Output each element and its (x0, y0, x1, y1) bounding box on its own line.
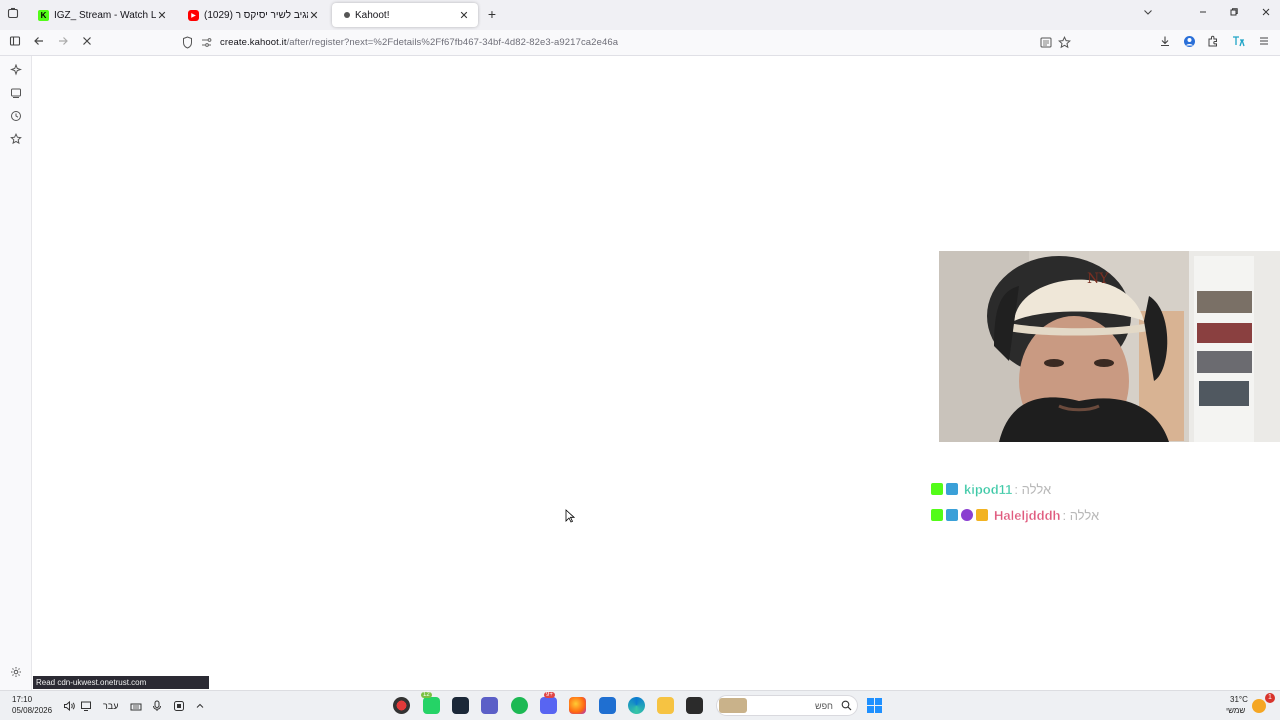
ai-chatbot-icon[interactable] (8, 63, 24, 80)
search-highlight-image (719, 698, 747, 713)
history-icon[interactable] (8, 110, 24, 126)
sub-badge-icon (946, 509, 958, 521)
whatsapp-badge: 12 (421, 692, 432, 698)
bookmarks-icon[interactable] (8, 133, 24, 149)
extensions-icon[interactable] (1205, 35, 1221, 51)
loading-dot-icon (344, 12, 350, 18)
close-tab-icon[interactable]: ✕ (458, 9, 470, 22)
discord-badge: 9+ (544, 692, 555, 698)
kick-badge-icon (931, 483, 943, 495)
network-icon[interactable] (80, 700, 92, 712)
game-app-icon[interactable] (393, 697, 410, 714)
weather-temp[interactable]: 31°C (1230, 695, 1248, 704)
volume-icon[interactable] (63, 700, 75, 712)
browser-sidebar (0, 56, 32, 690)
tab-title: (1029) דושי מגיב לשיר יסיקס ר (204, 9, 308, 21)
mouse-cursor-icon (565, 509, 576, 523)
discord-icon[interactable]: 9+ (540, 692, 557, 714)
close-tab-icon[interactable]: ✕ (156, 9, 168, 22)
tab-kahoot[interactable]: Kahoot! ✕ (332, 3, 478, 27)
address-bar[interactable]: create.kahoot.it/after/register?next=%2F… (178, 33, 1078, 53)
search-icon (841, 700, 852, 711)
reader-view-icon[interactable] (1040, 37, 1052, 49)
status-tooltip: Read cdn-ukwest.onetrust.com (33, 676, 209, 689)
stop-loading-icon[interactable] (79, 35, 95, 51)
taskbar-search[interactable]: חפש (716, 695, 858, 716)
gem-badge-icon (961, 509, 973, 521)
account-icon[interactable] (1181, 35, 1197, 51)
keyboard-icon[interactable] (130, 701, 142, 711)
close-window-icon[interactable] (1259, 7, 1273, 21)
terminal-icon[interactable] (686, 697, 703, 714)
edge-icon[interactable] (628, 697, 645, 714)
tab-youtube[interactable]: ▶ (1029) דושי מגיב לשיר יסיקס ר ✕ (180, 3, 328, 27)
url-host: create.kahoot.it (220, 37, 287, 48)
url-text[interactable]: create.kahoot.it/after/register?next=%2F… (220, 37, 618, 48)
downloads-icon[interactable] (1157, 35, 1173, 51)
svg-text:NY: NY (1087, 271, 1109, 287)
language-indicator[interactable]: עבר (103, 701, 118, 711)
tab-strip: K IGZ_ Stream - Watch Live on Ki ✕ ▶ (10… (0, 0, 1280, 30)
chat-message-text: : אללה (1014, 481, 1052, 497)
minimize-icon[interactable] (1196, 7, 1210, 21)
crown-badge-icon (976, 509, 988, 521)
whatsapp-icon[interactable]: 12 (421, 692, 440, 714)
menu-hamburger-icon[interactable] (1256, 35, 1272, 51)
teams-icon[interactable] (481, 697, 498, 714)
chat-username: Haleljdddh (994, 507, 1061, 523)
shield-icon[interactable] (182, 36, 194, 50)
tab-kick-stream[interactable]: K IGZ_ Stream - Watch Live on Ki ✕ (30, 3, 176, 27)
notification-badge[interactable]: 1 (1265, 693, 1275, 703)
list-all-tabs-icon[interactable] (1141, 7, 1155, 21)
new-tab-icon[interactable]: + (485, 7, 499, 21)
forward-icon[interactable] (55, 35, 71, 51)
tray-app-icon[interactable] (173, 700, 185, 712)
url-path: /after/register?next=%2Fdetails%2Ff67fb4… (286, 37, 619, 48)
microphone-icon[interactable] (152, 700, 162, 712)
page-info-icon[interactable] (201, 37, 213, 49)
navigation-toolbar: create.kahoot.it/after/register?next=%2F… (0, 30, 1280, 56)
windows-start-icon[interactable] (866, 697, 883, 714)
webcam-overlay: NY (939, 251, 1280, 442)
chat-message: kipod11 : אללה (931, 480, 1280, 498)
windows-taskbar: 17:10 05/08/2026 עבר 12 9+ חפש 31°C שמשי… (0, 690, 1280, 720)
synced-tabs-icon[interactable] (8, 87, 24, 103)
tab-title: IGZ_ Stream - Watch Live on Ki (54, 9, 156, 21)
steam-icon[interactable] (452, 697, 469, 714)
kick-logo-icon: K (38, 9, 49, 21)
weather-sun-icon[interactable] (1252, 699, 1266, 713)
tab-title: Kahoot! (355, 9, 390, 21)
show-hidden-icons-chevron-icon[interactable] (195, 700, 205, 710)
chat-username: kipod11 (964, 481, 1013, 497)
close-tab-icon[interactable]: ✕ (308, 9, 320, 22)
sub-badge-icon (946, 483, 958, 495)
search-placeholder: חפש (815, 701, 833, 711)
restore-icon[interactable] (1227, 7, 1241, 21)
sidebar-toggle-icon[interactable] (7, 35, 23, 51)
kick-badge-icon (931, 509, 943, 521)
clock-date[interactable]: 05/08/2026 (12, 706, 52, 715)
microsoft-store-icon[interactable] (599, 697, 616, 714)
firefox-icon[interactable] (569, 697, 586, 714)
chat-overlay: kipod11 : אללה Haleljdddh : אללה (931, 480, 1280, 532)
translate-extension-icon[interactable] (1230, 35, 1246, 51)
clock-time[interactable]: 17:10 (12, 695, 32, 704)
weather-condition[interactable]: שמשי (1226, 706, 1245, 715)
sidebar-settings-icon[interactable] (8, 666, 24, 682)
youtube-logo-icon: ▶ (188, 9, 199, 21)
tab-overview-icon[interactable] (6, 7, 20, 21)
chat-message-text: : אללה (1062, 507, 1100, 523)
spotify-icon[interactable] (511, 697, 528, 714)
back-icon[interactable] (31, 35, 47, 51)
bookmark-star-icon[interactable] (1058, 36, 1071, 49)
file-explorer-icon[interactable] (657, 697, 674, 714)
chat-message: Haleljdddh : אללה (931, 506, 1280, 524)
